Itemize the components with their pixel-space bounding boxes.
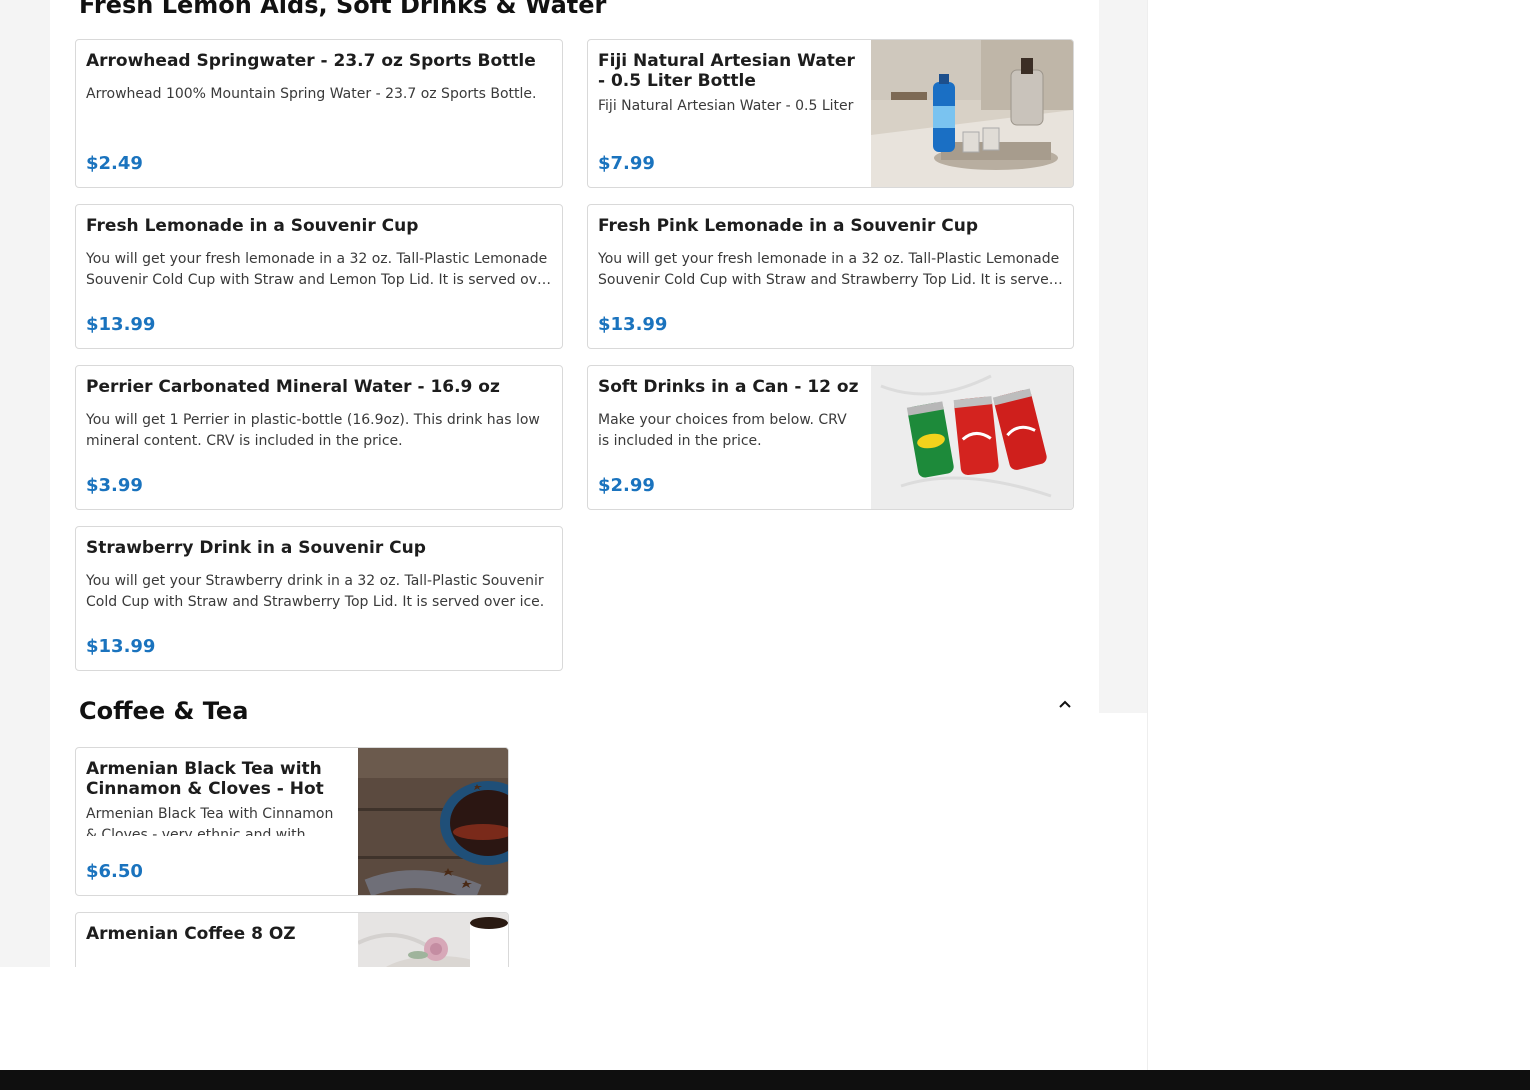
page: Fresh Lemon Aids, Soft Drinks & Water Ar… <box>0 0 1530 1090</box>
section-title-drinks: Fresh Lemon Aids, Soft Drinks & Water <box>79 0 607 19</box>
item-name: Fresh Lemonade in a Souvenir Cup <box>86 216 419 236</box>
footer-bar <box>0 1070 1530 1090</box>
item-name: Strawberry Drink in a Souvenir Cup <box>86 538 426 558</box>
item-description: You will get your fresh lemonade in a 32… <box>86 251 552 288</box>
item-name: Soft Drinks in a Can - 12 oz <box>598 377 859 397</box>
item-name: Arrowhead Springwater - 23.7 oz Sports B… <box>86 51 536 71</box>
menu-item-armenian-black-tea[interactable]: Armenian Black Tea with Cinnamon & Clove… <box>75 747 509 896</box>
item-price: $6.50 <box>86 861 143 882</box>
armenian-coffee-photo <box>358 913 508 967</box>
item-description: You will get your Strawberry drink in a … <box>86 573 545 610</box>
item-description: Armenian Black Tea with Cinnamon & Clove… <box>86 806 334 836</box>
item-price: $3.99 <box>86 475 143 496</box>
item-name: Armenian Coffee 8 OZ <box>86 924 296 944</box>
menu-item-perrier[interactable]: Perrier Carbonated Mineral Water - 16.9 … <box>75 365 563 510</box>
item-description: Fiji Natural Artesian Water - 0.5 Liter … <box>598 98 854 120</box>
menu-item-arrowhead[interactable]: Arrowhead Springwater - 23.7 oz Sports B… <box>75 39 563 188</box>
item-description: Make your choices from below. CRV is inc… <box>598 412 847 449</box>
item-description: Arrowhead 100% Mountain Spring Water - 2… <box>86 86 537 102</box>
menu-item-strawberry-drink[interactable]: Strawberry Drink in a Souvenir Cup You w… <box>75 526 563 671</box>
item-price: $2.99 <box>598 475 655 496</box>
chevron-up-icon <box>1057 0 1073 5</box>
item-name: Perrier Carbonated Mineral Water - 16.9 … <box>86 377 500 397</box>
item-description: You will get your fresh lemonade in a 32… <box>598 251 1060 288</box>
item-name: Fresh Pink Lemonade in a Souvenir Cup <box>598 216 978 236</box>
left-gutter <box>0 0 50 967</box>
menu-item-fresh-lemonade[interactable]: Fresh Lemonade in a Souvenir Cup You wil… <box>75 204 563 349</box>
menu-item-armenian-coffee[interactable]: Armenian Coffee 8 OZ <box>75 912 509 967</box>
section-collapse-button[interactable] <box>1054 694 1076 716</box>
section-collapse-button[interactable] <box>1054 0 1076 8</box>
item-price: $2.49 <box>86 153 143 174</box>
black-tea-photo <box>358 748 508 895</box>
item-price: $13.99 <box>86 636 156 657</box>
item-name: Armenian Black Tea with Cinnamon & Clove… <box>86 759 324 797</box>
item-description: You will get 1 Perrier in plastic-bottle… <box>86 412 540 449</box>
menu-item-pink-lemonade[interactable]: Fresh Pink Lemonade in a Souvenir Cup Yo… <box>587 204 1074 349</box>
fiji-water-bottle-photo <box>871 40 1073 187</box>
chevron-up-icon <box>1059 700 1071 708</box>
menu-item-fiji[interactable]: Fiji Natural Artesian Water - 0.5 Liter … <box>587 39 1074 188</box>
item-price: $7.99 <box>598 153 655 174</box>
item-price: $13.99 <box>86 314 156 335</box>
menu-item-soft-drinks[interactable]: Soft Drinks in a Can - 12 oz Make your c… <box>587 365 1074 510</box>
side-panel <box>1099 0 1147 713</box>
soda-cans-photo <box>871 366 1073 509</box>
divider <box>1147 0 1148 1070</box>
item-price: $13.99 <box>598 314 668 335</box>
item-name: Fiji Natural Artesian Water - 0.5 Liter … <box>598 51 855 89</box>
section-title-coffee-tea: Coffee & Tea <box>79 697 249 725</box>
menu-content: Fresh Lemon Aids, Soft Drinks & Water Ar… <box>50 0 1099 967</box>
